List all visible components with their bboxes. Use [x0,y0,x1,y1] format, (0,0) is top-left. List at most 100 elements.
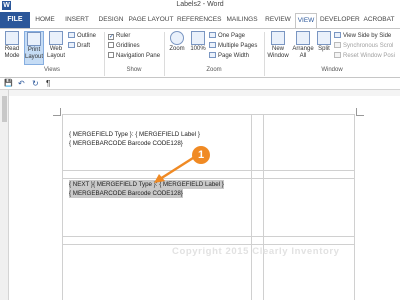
undo-icon[interactable]: ↶ [18,79,25,89]
zoom-button[interactable]: Zoom [166,31,188,53]
table-gridline [62,244,355,245]
multiple-pages-button[interactable]: Multiple Pages [209,42,257,50]
read-mode-icon [5,31,19,45]
tab-file[interactable]: FILE [0,12,30,28]
ruler-label: Ruler [116,33,131,39]
one-page-button[interactable]: One Page [209,32,245,40]
table-gridline [62,114,355,115]
tab-mailings[interactable]: MAILINGS [224,12,260,28]
ruler-margin-marker [2,96,7,122]
label1-mergefield-line[interactable]: { MERGEFIELD Type }: { MERGEFIELD Label … [69,130,200,139]
tab-references[interactable]: REFERENCES [177,12,221,28]
gridlines-check-icon [108,42,114,48]
multiple-pages-icon [209,42,216,48]
outline-label: Outline [77,33,97,39]
print-layout-button[interactable]: Print Layout [24,31,44,65]
window-title: Labels2 - Word [176,1,224,8]
tab-design[interactable]: DESIGN [96,12,126,28]
arrange-all-label: Arrange All [292,46,314,59]
reset-window-position-label: Reset Window Posi [343,53,396,59]
tab-view[interactable]: VIEW [295,13,317,29]
callout-arrow-icon [154,156,194,183]
table-gridline [62,170,355,171]
web-layout-label: Web Layout [46,46,65,59]
reset-window-position-button[interactable]: Reset Window Posi [334,52,395,60]
read-mode-button[interactable]: Read Mode [2,31,22,60]
ribbon-tab-row: FILE HOME INSERT DESIGN PAGE LAYOUT REFE… [0,12,400,29]
navigation-pane-label: Navigation Pane [116,53,161,59]
tab-insert[interactable]: INSERT [62,12,92,28]
draft-button[interactable]: Draft [68,42,90,50]
tab-page-layout[interactable]: PAGE LAYOUT [128,12,174,28]
draft-label: Draft [77,43,91,49]
navigation-pane-checkbox[interactable]: Navigation Pane [108,52,160,60]
ruler-check-icon: ✓ [108,34,115,40]
arrange-all-button[interactable]: Arrange All [292,31,314,60]
tab-developer[interactable]: DEVELOPER [320,12,360,28]
one-page-label: One Page [218,33,246,39]
label2-next-mergefield-line[interactable]: { NEXT }{ MERGEFIELD Type }: { MERGEFIEL… [69,180,224,189]
multiple-pages-label: Multiple Pages [218,43,258,49]
read-mode-label: Read Mode [4,46,20,59]
split-button[interactable]: Split [316,31,332,53]
synchronous-scrolling-label: Synchronous Scrol [343,43,394,49]
reset-window-position-icon [334,52,341,58]
redo-icon[interactable]: ↻ [32,79,39,89]
synchronous-scrolling-button[interactable]: Synchronous Scrol [334,42,393,50]
side-by-side-label: View Side by Side [343,33,392,39]
margin-corner-mark [53,108,61,116]
magnifier-icon [170,31,184,45]
new-window-button[interactable]: New Window [266,31,290,60]
page-width-button[interactable]: Page Width [209,52,249,60]
window-group-label: Window [321,67,343,73]
save-icon[interactable]: 💾 [4,79,13,89]
split-icon [317,31,331,45]
table-gridline [263,114,264,300]
synchronous-scrolling-icon [334,42,341,48]
ribbon: Read Mode Print Layout Web Layout Outlin… [0,28,400,78]
outline-button[interactable]: Outline [68,32,96,40]
zoom-100-icon [191,31,205,45]
table-gridline [354,114,355,300]
print-layout-icon [27,32,41,46]
show-group-label: Show [126,67,142,73]
tab-home[interactable]: HOME [32,12,58,28]
pilcrow-icon[interactable]: ¶ [46,79,50,89]
gridlines-checkbox[interactable]: Gridlines [108,42,140,50]
web-layout-button[interactable]: Web Layout [46,31,66,60]
document-page[interactable]: { MERGEFIELD Type }: { MERGEFIELD Label … [9,96,400,300]
label2-barcode-line[interactable]: { MERGEBARCODE Barcode CODE128} [69,189,183,198]
quick-access-toolbar: 💾 ↶ ↻ ¶ [0,78,400,90]
table-gridline [62,178,355,179]
copyright-watermark: Copyright 2015 Clearly Inventory [172,246,340,257]
new-window-label: New Window [267,46,289,59]
zoom-100-button[interactable]: 100% [189,31,207,53]
new-window-icon [271,31,285,45]
outline-icon [68,32,75,38]
navigation-pane-check-icon [108,52,114,58]
side-by-side-button[interactable]: View Side by Side [334,32,391,40]
one-page-icon [209,32,216,38]
margin-corner-mark [356,108,364,116]
table-gridline [62,236,355,237]
table-gridline [62,114,63,300]
views-group-label: Views [44,67,60,73]
arrange-all-icon [296,31,310,45]
callout-number-badge: 1 [192,146,210,164]
title-bar: W Labels2 - Word [0,0,400,12]
label1-barcode-line[interactable]: { MERGEBARCODE Barcode CODE128} [69,139,183,148]
vertical-ruler[interactable] [0,90,9,300]
split-label: Split [318,46,330,52]
tab-acrobat[interactable]: ACROBAT [361,12,397,28]
side-by-side-icon [334,32,341,38]
print-layout-label: Print Layout [25,47,44,60]
zoom-label: Zoom [169,46,185,52]
page-width-icon [209,52,216,58]
web-layout-icon [49,31,63,45]
ruler-checkbox[interactable]: ✓ Ruler [108,32,130,40]
gridlines-label: Gridlines [116,43,140,49]
zoom-group-label: Zoom [206,67,222,73]
page-width-label: Page Width [218,53,250,59]
tab-review[interactable]: REVIEW [263,12,293,28]
zoom-100-label: 100% [190,46,206,52]
